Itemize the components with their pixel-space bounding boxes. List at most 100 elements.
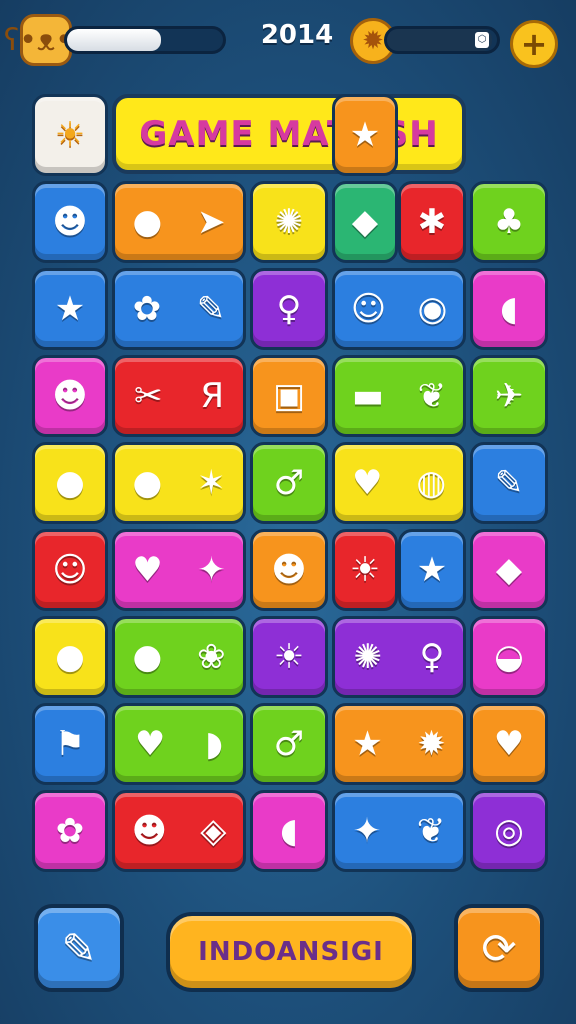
tile-r4-c4[interactable]: ♥ ◍ [332,442,466,524]
tile-piece-icon: ☻ [52,202,88,242]
tile-piece-icon: ✦ [197,550,226,590]
tile-piece-icon: ♀ [419,637,445,677]
tile-r6-c6[interactable]: ◒ [470,616,548,698]
tile-piece-icon: ♀ [276,289,302,329]
tile-r2-c6[interactable]: ◖ [470,268,548,350]
tile-piece-icon: ➤ [197,202,226,242]
tile-piece-icon: ◗ [205,724,224,764]
tile-r5-c0[interactable]: ☺ [32,529,108,611]
tile-r8-c1[interactable]: ☻ ◈ [112,790,246,872]
restart-icon: ⟳ [481,923,517,973]
play-button[interactable]: INDOANSIGI [166,912,416,992]
tile-piece-icon: ▬ [351,376,384,416]
tile-piece-icon: ▣ [272,376,306,416]
tile-piece-icon: ★ [416,550,448,590]
tile-piece-icon: Я [200,376,225,416]
tile-piece-icon: ✦ [352,811,382,851]
title-banner: GAME MATЦSH [112,94,466,174]
tile-piece-icon: ☺ [350,289,387,329]
hint-button[interactable]: ✎ [34,904,124,992]
tile-piece-icon: ✈ [494,376,524,416]
tile-r2-c1[interactable]: ✿ ✎ [112,268,246,350]
tile-piece-icon: ● [132,463,163,503]
tile-r5-c3[interactable]: ☻ [250,529,328,611]
tile-r8-c4[interactable]: ✦ ❦ [332,790,466,872]
tile-r5-c5[interactable]: ★ [398,529,466,611]
tile-r1-c6[interactable]: ♣ [470,181,548,263]
tile-piece-icon: ◆ [495,550,523,590]
tile-r8-c3[interactable]: ◖ [250,790,328,872]
tile-piece-icon: ☻ [131,811,168,851]
tile-r3-c1[interactable]: ✂ Я [112,355,246,437]
tile-r3-c3[interactable]: ▣ [250,355,328,437]
tile-piece-icon: ♥ [493,724,525,764]
tile-r7-c0[interactable]: ⚑ [32,703,108,785]
tile-piece-icon: ★ [349,115,381,155]
tile-r7-c6[interactable]: ♥ [470,703,548,785]
tile-r1-c0[interactable]: ☻ [32,181,108,263]
tile-piece-icon: ☻ [52,376,88,416]
tile-r6-c3[interactable]: ☀ [250,616,328,698]
tile-piece-icon: ♥ [134,724,166,764]
tile-r3-c6[interactable]: ✈ [470,355,548,437]
tile-piece-icon: ❀ [197,637,226,677]
tile-r2-c4[interactable]: ☺ ◉ [332,268,466,350]
tile-piece-icon: ◎ [494,811,524,851]
tile-r4-c3[interactable]: ♂ [250,442,328,524]
tile-piece-icon: ☀ [349,550,381,590]
tile-piece-icon: ♂ [273,724,305,764]
tile-piece-icon: ✱ [417,202,447,242]
tile-piece-icon: ◖ [280,811,298,851]
tile-r6-c4[interactable]: ✺ ♀ [332,616,466,698]
tile-r2-c0[interactable]: ★ [32,268,108,350]
tile-r8-c6[interactable]: ◎ [470,790,548,872]
tile-r0-c4[interactable]: ★ [332,94,398,176]
tile-piece-icon: ☻ [271,550,307,590]
tile-r8-c0[interactable]: ✿ [32,790,108,872]
tile-r6-c0[interactable]: ● [32,616,108,698]
tile-piece-icon: ✿ [55,811,85,851]
tile-r4-c6[interactable]: ✎ [470,442,548,524]
tile-piece-icon: ♣ [493,202,525,242]
tile-piece-icon: ☀ [273,637,305,677]
tile-r3-c4[interactable]: ▬ ❦ [332,355,466,437]
tile-r5-c4[interactable]: ☀ [332,529,398,611]
tile-piece-icon: ● [55,637,85,677]
tile-r5-c6[interactable]: ◆ [470,529,548,611]
tile-piece-icon: ● [132,637,163,677]
tile-r1-c1[interactable]: ● ➤ [112,181,246,263]
tile-r1-c4[interactable]: ◆ [332,181,398,263]
tile-r7-c3[interactable]: ♂ [250,703,328,785]
tile-piece-icon: ☀ [54,115,86,155]
tile-piece-icon: ✎ [494,463,524,503]
tile-piece-icon: ● [55,463,85,503]
tile-piece-icon: ✂ [133,376,163,416]
tile-r4-c0[interactable]: ● [32,442,108,524]
tile-piece-icon: ✺ [274,202,304,242]
tile-r1-c5[interactable]: ✱ [398,181,466,263]
tile-piece-icon: ● [132,202,163,242]
tile-r7-c1[interactable]: ♥ ◗ [112,703,246,785]
tile-r1-c3[interactable]: ✺ [250,181,328,263]
tile-piece-icon: ✹ [417,724,446,764]
tile-piece-icon: ✶ [197,463,226,503]
tile-r3-c0[interactable]: ☻ [32,355,108,437]
tile-r2-c3[interactable]: ♀ [250,268,328,350]
tile-piece-icon: ♥ [351,463,383,503]
tile-piece-icon: ★ [54,289,86,329]
tile-piece-icon: ✎ [196,289,226,329]
tile-piece-icon: ◖ [500,289,518,329]
tile-piece-icon: ◍ [416,463,447,503]
tile-piece-icon: ☺ [52,550,88,590]
tile-r4-c1[interactable]: ● ✶ [112,442,246,524]
tile-r6-c1[interactable]: ● ❀ [112,616,246,698]
tile-piece-icon: ✺ [353,637,383,677]
tile-r0-c0[interactable]: ☀ [32,94,108,176]
restart-button[interactable]: ⟳ [454,904,544,992]
tile-r7-c4[interactable]: ★ ✹ [332,703,466,785]
tile-r5-c1[interactable]: ♥ ✦ [112,529,246,611]
tile-piece-icon: ♂ [273,463,305,503]
tile-piece-icon: ❦ [417,376,447,416]
tile-piece-icon: ◒ [494,637,524,677]
tile-piece-icon: ◈ [200,811,227,851]
